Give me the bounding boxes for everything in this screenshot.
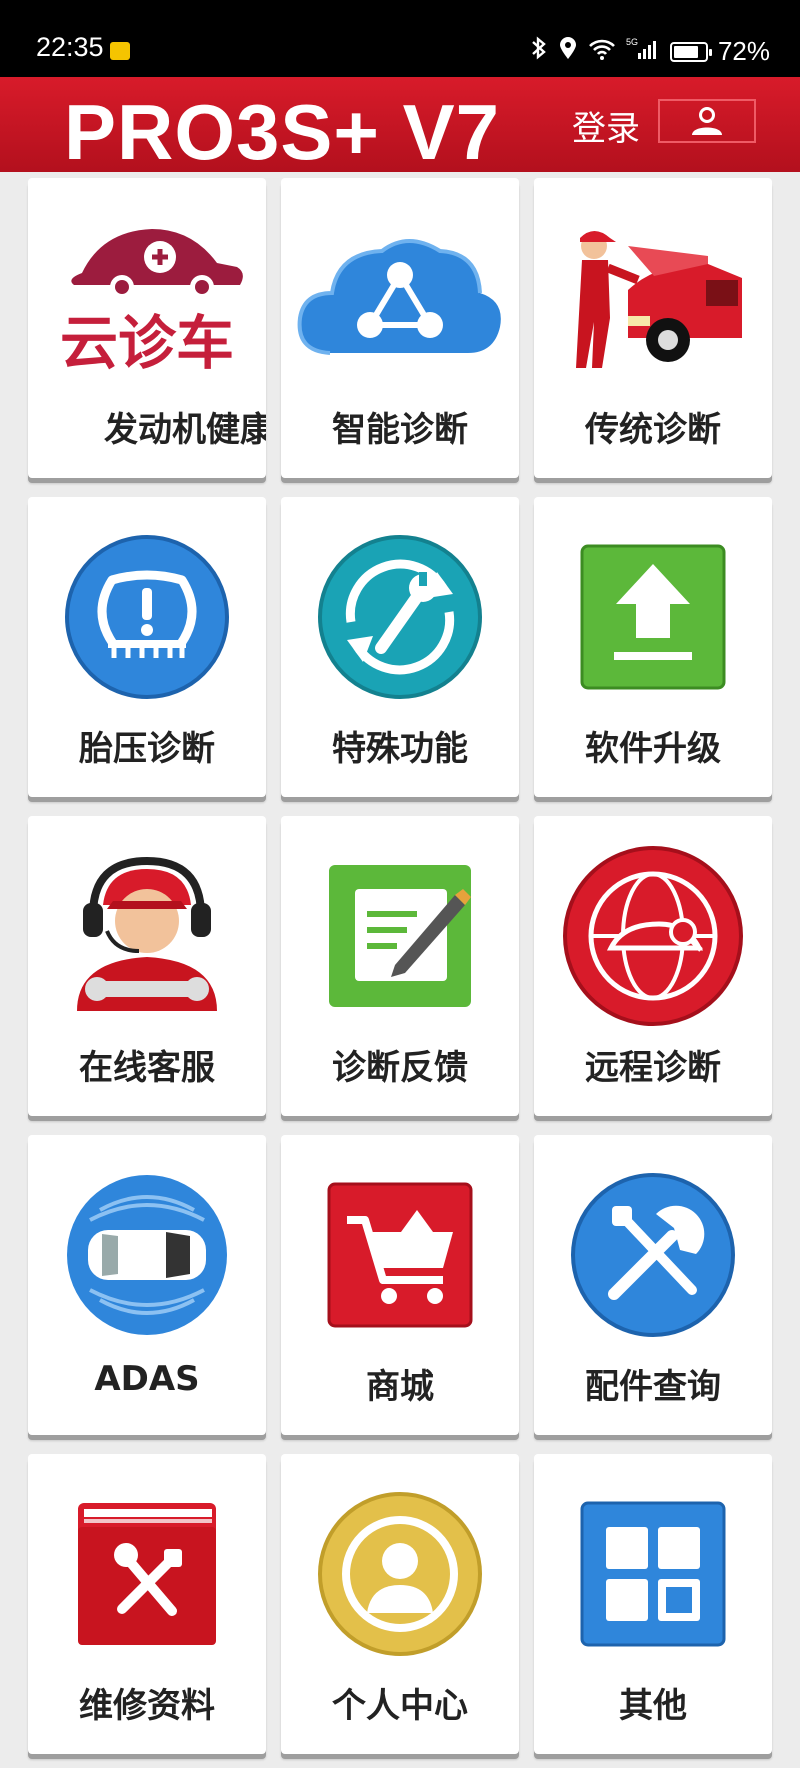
tile-adas[interactable]: ADAS — [28, 1135, 266, 1435]
battery-percent: 72% — [717, 36, 770, 66]
tile-parts-query[interactable]: 配件查询 — [534, 1135, 772, 1435]
battery-icon — [669, 41, 712, 62]
tile-repair-info[interactable]: 维修资料 — [28, 1454, 266, 1754]
tile-smart-diagnosis[interactable]: 智能诊断 — [281, 178, 519, 478]
upload-icon — [534, 517, 772, 717]
tile-remote-diagnosis[interactable]: 远程诊断 — [534, 816, 772, 1116]
tile-shop[interactable]: 商城 — [281, 1135, 519, 1435]
login-link[interactable]: 登录 — [572, 101, 640, 150]
bluetooth-icon — [530, 36, 548, 67]
tile-label: 诊断反馈 — [332, 1048, 468, 1088]
tile-label: 特殊功能 — [332, 729, 468, 769]
user-avatar-icon — [692, 107, 722, 135]
tile-label: 传统诊断 — [585, 410, 721, 450]
tile-label: 软件升级 — [585, 729, 721, 769]
svg-text:5G: 5G — [626, 37, 638, 47]
function-grid: 云诊车 发动机健康 智能诊断 传统诊断 胎压诊断 特殊功能 软件升级 在线客服 … — [28, 178, 772, 1754]
tile-tire-pressure[interactable]: 胎压诊断 — [28, 497, 266, 797]
status-icons: 5G 72% — [530, 36, 770, 67]
status-bar: 22:35 5G 72% — [0, 0, 800, 77]
status-time: 22:35 — [36, 32, 104, 62]
tile-label: 胎压诊断 — [79, 729, 215, 769]
support-agent-icon — [28, 836, 266, 1036]
location-icon — [558, 36, 578, 67]
sim-icon — [110, 42, 130, 60]
cellular-signal-icon: 5G — [626, 36, 660, 67]
tile-special-functions[interactable]: 特殊功能 — [281, 497, 519, 797]
tile-engine-health[interactable]: 云诊车 发动机健康 — [28, 178, 266, 478]
other-grid-icon — [534, 1474, 772, 1674]
app-header: PRO3S+ V7 登录 — [0, 77, 800, 176]
wrench-refresh-icon — [281, 517, 519, 717]
app-title: PRO3S+ V7 — [64, 88, 501, 176]
shopping-cart-icon — [281, 1155, 519, 1355]
tile-other[interactable]: 其他 — [534, 1454, 772, 1754]
cloud-diagnosis-logo-icon: 云诊车 — [28, 198, 266, 398]
tile-label: 维修资料 — [79, 1686, 215, 1726]
parts-tools-icon — [534, 1155, 772, 1355]
tile-label: 配件查询 — [585, 1367, 721, 1407]
logo-text: 云诊车 — [60, 309, 234, 377]
tile-label: ADAS — [94, 1359, 200, 1399]
tile-label: 远程诊断 — [585, 1048, 721, 1088]
tile-traditional-diagnosis[interactable]: 传统诊断 — [534, 178, 772, 478]
remote-globe-car-icon — [534, 836, 772, 1036]
tile-label: 商城 — [366, 1367, 434, 1407]
tile-personal-center[interactable]: 个人中心 — [281, 1454, 519, 1754]
adas-car-icon — [28, 1155, 266, 1355]
tile-label: 在线客服 — [79, 1048, 215, 1088]
tile-software-upgrade[interactable]: 软件升级 — [534, 497, 772, 797]
tile-label: 发动机健康 — [104, 410, 266, 450]
tile-label: 智能诊断 — [332, 410, 468, 450]
tile-label: 个人中心 — [332, 1686, 468, 1726]
cloud-share-icon — [281, 198, 519, 398]
wifi-icon — [588, 36, 616, 67]
tile-online-support[interactable]: 在线客服 — [28, 816, 266, 1116]
tire-pressure-icon — [28, 517, 266, 717]
tile-diagnosis-feedback[interactable]: 诊断反馈 — [281, 816, 519, 1116]
repair-manual-icon — [28, 1474, 266, 1674]
tile-label: 其他 — [619, 1686, 687, 1726]
user-profile-icon — [281, 1474, 519, 1674]
mechanic-car-icon — [534, 198, 772, 398]
login-button[interactable] — [658, 99, 756, 143]
feedback-note-icon — [281, 836, 519, 1036]
